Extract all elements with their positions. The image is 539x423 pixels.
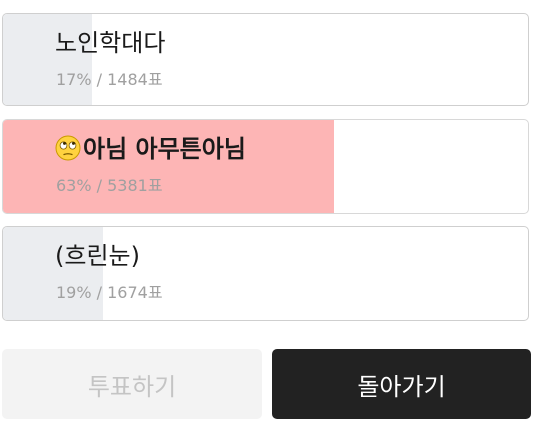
option-label: 노인학대다: [55, 29, 166, 57]
option-stats: 63% / 5381표: [56, 176, 163, 195]
poll-option-2[interactable]: 아님 아무튼아님 63% / 5381표: [2, 119, 529, 214]
face-with-rolling-eyes-icon: [55, 135, 81, 161]
option-label-row: 아님 아무튼아님: [55, 132, 246, 166]
poll-option-3[interactable]: (흐린눈) 19% / 1674표: [2, 226, 529, 321]
option-stats: 19% / 1674표: [56, 283, 163, 302]
poll-results: 노인학대다 17% / 1484표 아님 아무튼아님 63% / 5381표 (…: [0, 0, 539, 423]
poll-option-1[interactable]: 노인학대다 17% / 1484표: [2, 13, 529, 106]
option-stats: 17% / 1484표: [56, 70, 163, 89]
option-label: 아님 아무튼아님: [83, 135, 246, 163]
option-label: (흐린눈): [55, 242, 140, 270]
vote-button[interactable]: 투표하기: [2, 349, 262, 419]
back-button[interactable]: 돌아가기: [272, 349, 531, 419]
